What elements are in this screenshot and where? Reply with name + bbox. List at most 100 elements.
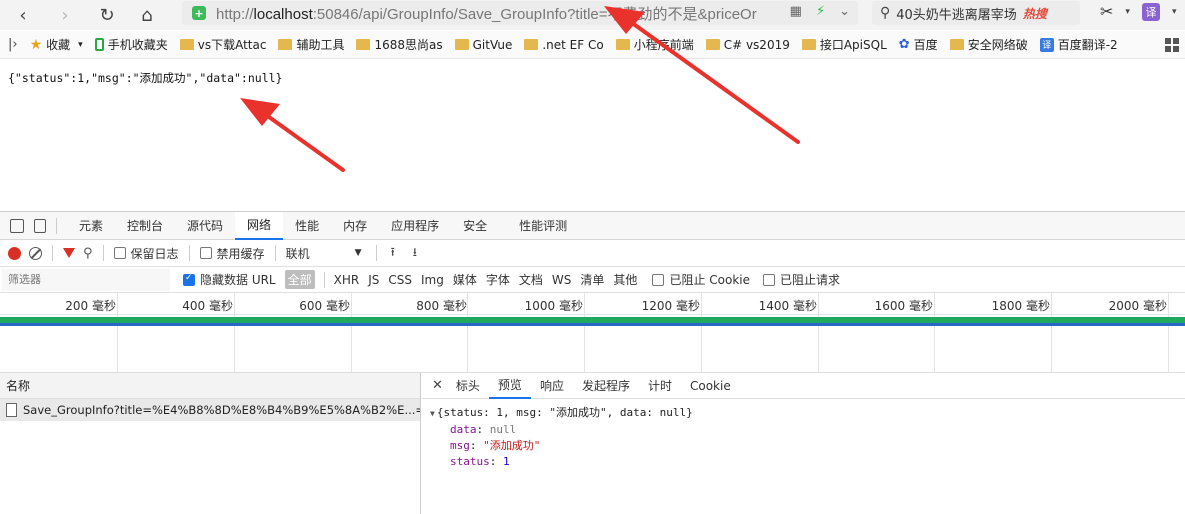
folder-icon <box>615 39 630 50</box>
bookmark-item[interactable]: 小程序前端 <box>615 36 694 53</box>
lightning-icon[interactable]: ⚡ <box>816 4 825 19</box>
network-lower-pane: 名称 Save_GroupInfo?title=%E4%B8%8D%E8%B4%… <box>0 373 1185 514</box>
reload-icon[interactable]: ↻ <box>92 1 122 29</box>
inspect-element-icon[interactable] <box>10 218 24 233</box>
bookmark-item[interactable]: 译百度翻译-2 <box>1039 36 1118 53</box>
chevron-down-icon[interactable]: ▾ <box>1172 7 1177 17</box>
qr-code-icon[interactable]: ▦ <box>790 4 802 19</box>
home-icon[interactable]: ⌂ <box>132 1 162 29</box>
folder-icon <box>801 39 816 50</box>
tab-initiator[interactable]: 发起程序 <box>573 373 639 399</box>
apps-grid-icon[interactable] <box>1165 38 1179 52</box>
tab-memory[interactable]: 内存 <box>331 212 379 240</box>
star-icon: ★ <box>29 36 43 53</box>
chevron-down-icon: ▼ <box>354 248 362 258</box>
close-icon[interactable]: ✕ <box>432 378 443 393</box>
tab-elements[interactable]: 元素 <box>67 212 115 240</box>
filter-media[interactable]: 媒体 <box>453 271 477 288</box>
filter-ws[interactable]: WS <box>552 273 571 287</box>
address-bar[interactable]: + http://localhost:50846/api/GroupInfo/S… <box>182 1 858 25</box>
filter-img[interactable]: Img <box>421 273 444 287</box>
bookmark-item[interactable]: 1688思尚as <box>356 36 443 53</box>
bookmark-item[interactable]: .net EF Co <box>524 38 604 52</box>
bookmark-item[interactable]: GitVue <box>454 38 512 52</box>
export-icon[interactable]: ⭳ <box>413 243 417 264</box>
filter-xhr[interactable]: XHR <box>334 273 360 287</box>
bookmark-item[interactable]: ★ 收藏 ▾ <box>30 36 83 53</box>
bookmark-item[interactable]: 手机收藏夹 <box>94 36 168 53</box>
blocked-cookies-checkbox[interactable]: 已阻止 Cookie <box>652 271 750 288</box>
gridline <box>584 293 585 373</box>
sidebar-toggle-icon[interactable]: |› <box>8 37 18 52</box>
filter-manifest[interactable]: 清单 <box>580 271 604 288</box>
bookmark-item[interactable]: vs下载Attac <box>179 36 266 53</box>
preserve-log-checkbox[interactable]: 保留日志 <box>113 245 179 262</box>
device-toggle-icon[interactable] <box>34 218 46 233</box>
tab-preview[interactable]: 预览 <box>488 373 531 399</box>
tab-sources[interactable]: 源代码 <box>175 212 235 240</box>
tab-lighthouse[interactable]: 性能评测 <box>507 212 579 240</box>
translate-icon: 译 <box>1039 37 1054 52</box>
filter-icon[interactable] <box>63 248 75 258</box>
clear-icon[interactable] <box>29 246 42 260</box>
chevron-down-icon[interactable]: ▾ <box>1125 7 1130 17</box>
tab-security[interactable]: 安全 <box>451 212 499 240</box>
record-icon[interactable] <box>8 246 21 260</box>
divider <box>274 245 276 261</box>
divider <box>56 217 57 234</box>
throttle-select[interactable]: 联机 ▼ <box>286 245 362 262</box>
tab-performance[interactable]: 性能 <box>283 212 331 240</box>
gridline <box>117 293 118 373</box>
search-icon[interactable]: ⚲ <box>83 246 93 261</box>
timeline-tick: 1600 毫秒 <box>874 299 933 313</box>
folder-icon <box>524 39 539 50</box>
gridline <box>934 293 935 373</box>
search-text: 40头奶牛逃离屠宰场 <box>896 7 1017 23</box>
timeline-tick: 1200 毫秒 <box>641 299 700 313</box>
table-row[interactable]: Save_GroupInfo?title=%E4%B8%8D%E8%B4%B9%… <box>0 399 420 421</box>
bookmark-item[interactable]: 安全网络破 <box>949 36 1028 53</box>
tab-console[interactable]: 控制台 <box>115 212 175 240</box>
import-icon[interactable]: ⭱ <box>391 243 395 264</box>
hide-data-url-checkbox[interactable]: 隐藏数据 URL <box>183 271 276 288</box>
gridline <box>1168 293 1169 373</box>
name-column-header[interactable]: 名称 <box>0 373 420 399</box>
tab-application[interactable]: 应用程序 <box>379 212 451 240</box>
preview-prop-msg: msg: "添加成功" <box>450 439 541 452</box>
secure-shield-icon: + <box>192 6 206 20</box>
filter-css[interactable]: CSS <box>388 273 412 287</box>
filter-font[interactable]: 字体 <box>486 271 510 288</box>
gridline <box>234 293 235 373</box>
bookmark-item[interactable]: C# vs2019 <box>705 38 790 52</box>
tab-network[interactable]: 网络 <box>235 211 284 240</box>
tab-cookie[interactable]: Cookie <box>681 373 740 399</box>
filter-all[interactable]: 全部 <box>284 270 315 289</box>
json-response-body: {"status":1,"msg":"添加成功","data":null} <box>8 71 283 85</box>
preview-summary-row[interactable]: ▼ {status: 1, msg: "添加成功", data: null} <box>430 405 1177 422</box>
blocked-requests-checkbox[interactable]: 已阻止请求 <box>762 271 840 288</box>
search-box[interactable]: ⚲ 40头奶牛逃离屠宰场 热搜 <box>872 1 1080 25</box>
timeline-tick: 400 毫秒 <box>182 299 233 313</box>
tab-headers[interactable]: 标头 <box>447 373 489 399</box>
disable-cache-checkbox[interactable]: 禁用缓存 <box>199 245 265 262</box>
expand-triangle-icon[interactable]: ▼ <box>430 409 435 418</box>
chevron-down-icon[interactable]: ⌄ <box>839 4 850 19</box>
url-text[interactable]: http://localhost:50846/api/GroupInfo/Sav… <box>216 3 776 24</box>
scissors-icon[interactable]: ✂ <box>1100 2 1113 21</box>
filter-other[interactable]: 其他 <box>613 271 637 288</box>
back-icon[interactable]: ‹ <box>8 1 38 29</box>
bookmark-item[interactable]: 接口ApiSQL <box>801 36 887 53</box>
browser-toolbar: ‹ › ↻ ⌂ + http://localhost:50846/api/Gro… <box>0 0 1185 30</box>
request-name: Save_GroupInfo?title=%E4%B8%8D%E8%B4%B9%… <box>23 403 420 417</box>
network-timeline[interactable]: 200 毫秒 400 毫秒 600 毫秒 800 毫秒 1000 毫秒 1200… <box>0 293 1185 373</box>
bookmark-item[interactable]: ✿ 百度 <box>899 36 938 53</box>
bookmark-item[interactable]: 辅助工具 <box>278 36 344 53</box>
forward-icon[interactable]: › <box>50 1 80 29</box>
tab-timing[interactable]: 计时 <box>639 373 681 399</box>
filter-input[interactable] <box>2 268 170 291</box>
filter-js[interactable]: JS <box>368 273 379 287</box>
filter-doc[interactable]: 文档 <box>519 271 543 288</box>
tab-response[interactable]: 响应 <box>531 373 573 399</box>
translate-icon[interactable]: 译 <box>1141 2 1160 21</box>
folder-icon <box>179 39 194 50</box>
